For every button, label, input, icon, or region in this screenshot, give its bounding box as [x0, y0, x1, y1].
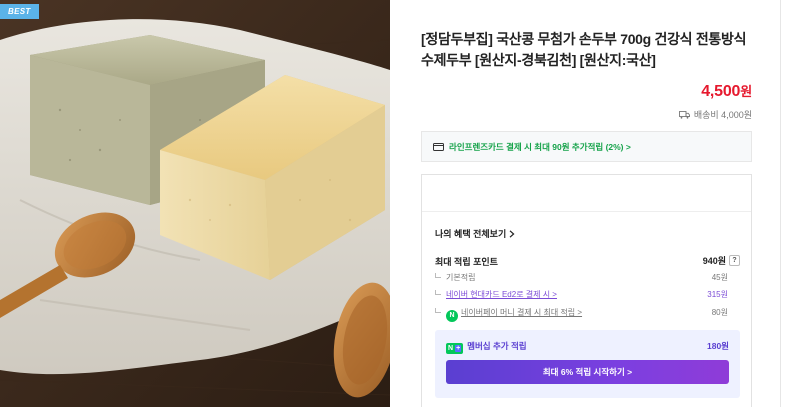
benefit-row-link[interactable]: 네이버페이 머니 결제 시 최대 적립 > — [461, 308, 582, 317]
benefit-row-value: 80원 — [711, 308, 728, 317]
membership-box: N + 멤버십 추가 적립 180원 최대 6% 적립 시작하기 > — [435, 330, 740, 398]
product-title: [정담두부집] 국산콩 무첨가 손두부 700g 건강식 전통방식 수제두부 [… — [421, 31, 747, 68]
benefit-row-value: 315원 — [707, 290, 728, 299]
benefit-row-value: 45원 — [711, 273, 728, 282]
panel-top-area — [422, 175, 751, 212]
product-page: BEST [정담두부집] 국산콩 무첨가 손두부 700g 건강식 전통방식 수… — [0, 0, 789, 407]
max-points-row: 최대 적립 포인트 940원 ? — [435, 255, 740, 268]
naver-plus-icon: N + — [446, 343, 464, 354]
membership-label: 멤버십 추가 적립 — [467, 341, 527, 351]
right-border — [780, 0, 781, 407]
truck-icon — [678, 110, 690, 119]
tofu-photo-illustration — [0, 0, 390, 407]
benefit-row-label: 기본적립 — [446, 273, 476, 282]
column-gap — [390, 0, 420, 407]
price-unit: 원 — [740, 84, 752, 99]
shipping-text: 배송비 4,000원 — [693, 110, 752, 120]
start-membership-button[interactable]: 최대 6% 적립 시작하기 > — [446, 360, 729, 384]
membership-value: 180원 — [706, 341, 729, 351]
max-points-value: 940원 — [702, 256, 726, 266]
help-icon[interactable]: ? — [729, 255, 740, 266]
shipping-fee: 배송비 4,000원 — [678, 108, 752, 121]
price-value: 4,500 — [701, 83, 741, 100]
my-benefit-link[interactable]: 나의 혜택 전체보기 — [435, 227, 515, 240]
benefit-row-hyundai-card[interactable]: 네이버 현대카드 Ed2로 결제 시 > 315원 — [435, 288, 740, 302]
my-benefit-text: 나의 혜택 전체보기 — [435, 229, 507, 239]
benefit-row-link[interactable]: 네이버 현대카드 Ed2로 결제 시 > — [446, 290, 557, 299]
naverpay-icon: N — [446, 310, 458, 322]
max-points-label: 최대 적립 포인트 — [435, 257, 498, 267]
benefit-panel: 나의 혜택 전체보기 최대 적립 포인트 940원 ? 기본적립 45원 네이버… — [421, 174, 752, 407]
membership-row: N + 멤버십 추가 적립 180원 — [446, 340, 729, 354]
benefit-row-npay-money[interactable]: N 네이버페이 머니 결제 시 최대 적립 > 80원 — [435, 306, 740, 322]
credit-card-icon — [433, 142, 444, 151]
product-price: 4,500원 — [701, 81, 752, 101]
card-benefit-banner[interactable]: 라인프렌즈카드 결제 시 최대 90원 추가적립 (2%) > — [421, 131, 752, 162]
best-badge: BEST — [0, 4, 39, 19]
card-benefit-text: 라인프렌즈카드 결제 시 최대 90원 추가적립 (2%) > — [449, 141, 631, 152]
chevron-right-icon — [509, 229, 515, 238]
product-image[interactable]: BEST — [0, 0, 390, 407]
benefit-row-basic: 기본적립 45원 — [435, 271, 740, 285]
